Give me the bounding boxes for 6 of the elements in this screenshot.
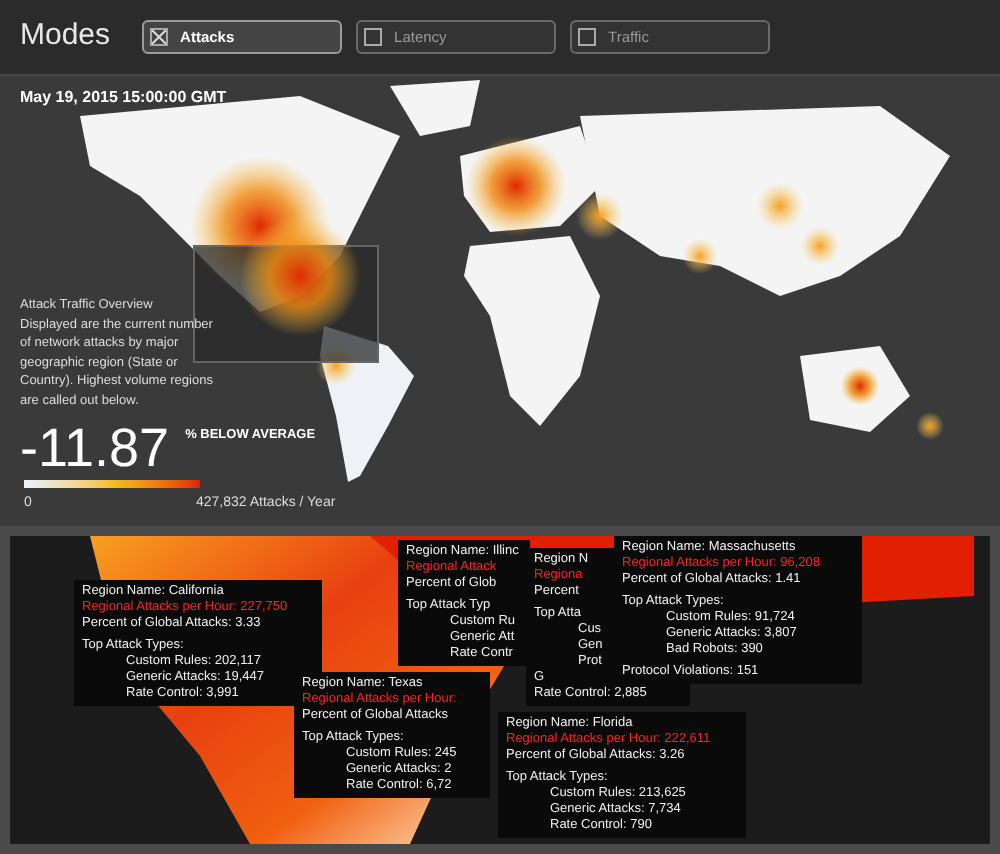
stat-value: -11.87 (20, 420, 170, 476)
checkbox-icon (364, 28, 383, 46)
modes-title: Modes (20, 16, 111, 57)
checkbox-icon (578, 28, 597, 46)
checkbox-icon (150, 28, 169, 46)
timestamp: May 19, 2015 15:00:00 GMT (20, 86, 227, 110)
